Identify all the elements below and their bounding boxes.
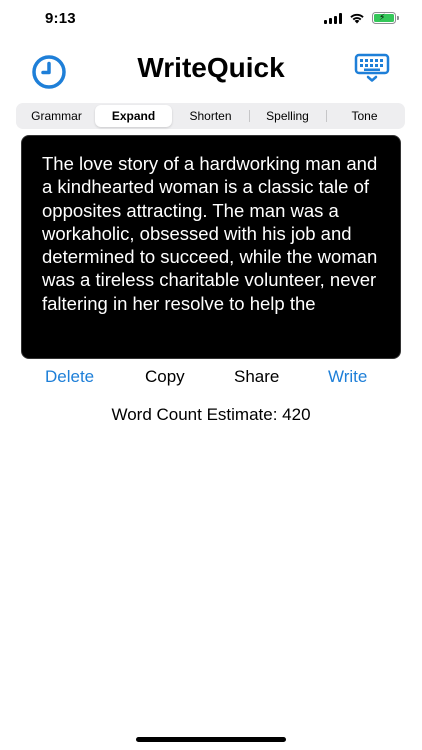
keyboard-button[interactable] — [354, 53, 390, 83]
tab-shorten[interactable]: Shorten — [172, 105, 249, 127]
write-button[interactable]: Write — [328, 367, 367, 387]
status-icons: ⚡ — [324, 12, 399, 24]
mode-segmented-control: Grammar Expand Shorten Spelling Tone — [16, 103, 405, 129]
share-button[interactable]: Share — [234, 367, 279, 387]
keyboard-icon — [354, 53, 390, 82]
delete-button[interactable]: Delete — [45, 367, 94, 387]
header: WriteQuick — [0, 48, 422, 92]
tab-grammar[interactable]: Grammar — [18, 105, 95, 127]
tab-expand[interactable]: Expand — [95, 105, 172, 127]
wifi-icon — [350, 13, 364, 24]
home-indicator[interactable] — [136, 737, 286, 742]
text-editor[interactable]: The love story of a hardworking man and … — [21, 135, 401, 359]
tab-tone[interactable]: Tone — [326, 105, 403, 127]
battery-charging-icon: ⚡ — [372, 12, 399, 24]
action-bar: Delete Copy Share Write — [0, 367, 422, 389]
status-time: 9:13 — [45, 10, 76, 27]
word-count-estimate: Word Count Estimate: 420 — [111, 405, 311, 424]
status-bar: 9:13 ⚡ — [0, 0, 422, 40]
copy-button[interactable]: Copy — [145, 367, 185, 387]
tab-spelling[interactable]: Spelling — [249, 105, 326, 127]
editor-text: The love story of a hardworking man and … — [42, 153, 378, 314]
cellular-signal-icon — [324, 12, 342, 24]
